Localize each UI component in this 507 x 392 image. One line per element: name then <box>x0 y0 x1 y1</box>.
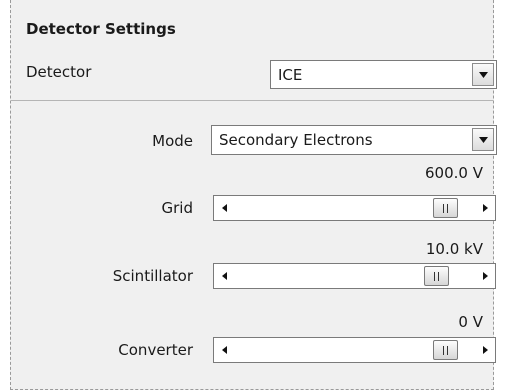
triangle-down-icon <box>479 72 488 78</box>
grid-slider-thumb[interactable] <box>433 198 459 218</box>
triangle-left-icon[interactable] <box>222 204 227 212</box>
scintillator-label: Scintillator <box>112 267 193 285</box>
scintillator-value: 10.0 kV <box>425 240 483 258</box>
section-divider <box>11 100 493 101</box>
mode-label: Mode <box>152 132 193 150</box>
scintillator-slider[interactable] <box>213 263 496 289</box>
grid-slider[interactable] <box>213 195 496 221</box>
converter-slider[interactable] <box>213 337 496 363</box>
triangle-left-icon[interactable] <box>222 272 227 280</box>
panel-title: Detector Settings <box>26 20 176 38</box>
triangle-down-icon <box>479 137 488 143</box>
detector-value: ICE <box>278 66 303 84</box>
triangle-right-icon[interactable] <box>483 204 488 212</box>
grid-value: 600.0 V <box>425 164 483 182</box>
converter-label: Converter <box>118 341 193 359</box>
triangle-left-icon[interactable] <box>222 346 227 354</box>
mode-value: Secondary Electrons <box>219 131 373 149</box>
mode-dropdown[interactable]: Secondary Electrons <box>211 125 497 155</box>
detector-settings-panel: Detector Settings Detector ICE Mode Seco… <box>10 0 497 390</box>
detector-dropdown-button[interactable] <box>472 63 494 86</box>
triangle-right-icon[interactable] <box>483 272 488 280</box>
triangle-right-icon[interactable] <box>483 346 488 354</box>
scintillator-slider-thumb[interactable] <box>424 266 450 286</box>
mode-dropdown-button[interactable] <box>472 128 494 151</box>
converter-slider-thumb[interactable] <box>433 340 459 360</box>
converter-value: 0 V <box>458 313 483 331</box>
detector-label: Detector <box>26 63 92 81</box>
detector-dropdown[interactable]: ICE <box>270 60 497 89</box>
grid-label: Grid <box>161 199 193 217</box>
